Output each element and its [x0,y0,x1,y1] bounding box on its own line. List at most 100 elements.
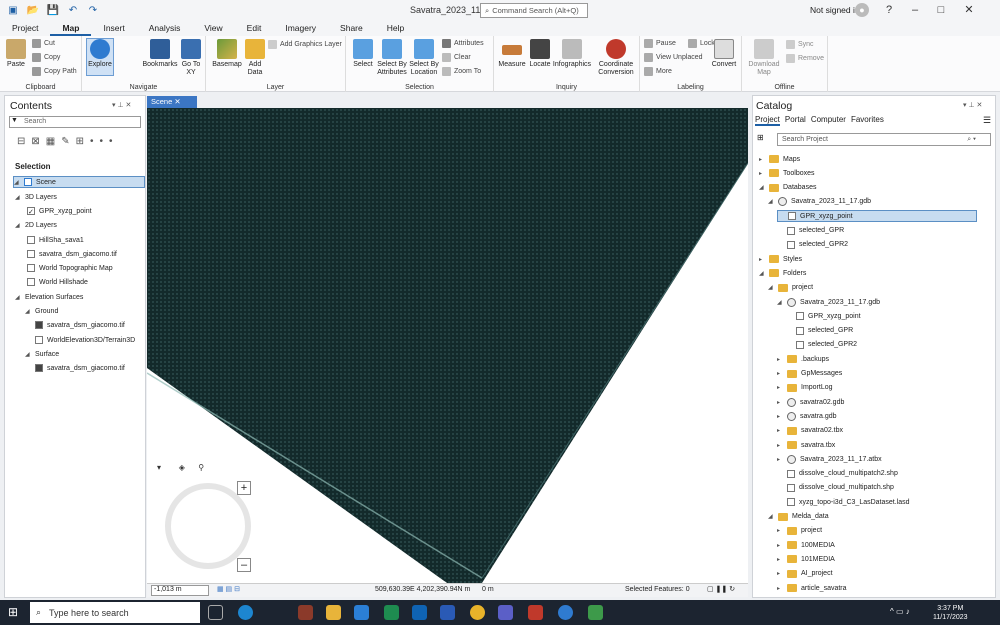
tab-view[interactable]: View [192,21,234,36]
arcgis-icon[interactable] [558,605,573,620]
remove-button[interactable]: Remove [786,54,824,63]
download-map-button[interactable]: Download Map [746,39,782,77]
convert-button[interactable]: Convert [710,39,738,69]
catalog-melda[interactable]: ◢ Melda_data [768,511,829,523]
view-toggle-icon[interactable]: ▾ ◈ ⚲ [157,463,204,472]
surface-dsm[interactable]: savatra_dsm_giacomo.tif [35,362,125,374]
avatar[interactable]: ● [855,3,869,17]
scale-box[interactable]: -1,013 m [151,585,209,596]
group-elevation[interactable]: ◢ Elevation Surfaces [15,291,83,303]
catalog-article[interactable]: ▸ article_savatra [777,582,847,594]
goto-xy-button[interactable]: Go To XY [180,39,202,77]
pin-icon[interactable]: ▾ ⊥ ✕ [112,101,131,109]
tab-map[interactable]: Map [50,21,92,36]
tab-analysis[interactable]: Analysis [137,21,193,36]
catalog-savatra-gdb[interactable]: ◢ Savatra_2023_11_17.gdb [768,196,871,208]
acrobat-icon[interactable] [528,605,543,620]
copy-button[interactable]: Copy [32,53,60,62]
layer-scene[interactable]: ◢ Scene [13,176,145,188]
catalog-ai-project[interactable]: ▸ AI_project [777,568,833,580]
app-icon-1[interactable] [298,605,313,620]
view-tools-icon[interactable]: ▦ ▤ ⊟ [217,585,240,593]
tray-icons[interactable]: ^ ▭ ♪ [890,607,910,616]
expand-icon[interactable]: ▸ [777,456,783,463]
close-button[interactable]: ✕ [956,2,982,19]
expand-icon[interactable]: ▸ [777,370,783,377]
open-icon[interactable]: 📂 [26,5,40,17]
expand-icon[interactable]: ▸ [777,527,783,534]
layer-dsm[interactable]: savatra_dsm_giacomo.tif [27,248,117,260]
add-data-button[interactable]: Add Data [244,39,266,77]
redo-icon[interactable]: ↷ [86,5,100,17]
catalog-maps[interactable]: ▸ Maps [759,153,800,165]
view-unplaced-button[interactable]: View Unplaced [644,53,703,62]
bookmarks-button[interactable]: Bookmarks [140,39,180,69]
edge2-icon[interactable] [354,605,369,620]
measure-button[interactable]: Measure [496,39,528,69]
help-icon[interactable]: ? [876,2,902,19]
outlook-icon[interactable] [412,605,427,620]
catalog-melda-project[interactable]: ▸ project [777,525,822,537]
expand-icon[interactable]: ▸ [777,384,783,391]
cut-button[interactable]: Cut [32,39,55,48]
catalog-toolboxes[interactable]: ▸ Toolboxes [759,167,815,179]
tab-project[interactable]: Project [0,21,50,36]
expand-icon[interactable]: ◢ [759,270,765,277]
group-3d-layers[interactable]: ◢ 3D Layers [15,191,57,203]
ground-dsm[interactable]: savatra_dsm_giacomo.tif [35,319,125,331]
layer-gpr-xyzg-point[interactable]: ✓ GPR_xyzg_point [27,205,92,217]
word-icon[interactable] [440,605,455,620]
expand-icon[interactable]: ▸ [777,542,783,549]
catalog-project-selected-gpr2[interactable]: selected_GPR2 [786,339,857,351]
ground-terrain3d[interactable]: WorldElevation3D/Terrain3D [35,334,135,346]
catalog-styles[interactable]: ▸ Styles [759,253,802,265]
catalog-savatra-gdb2[interactable]: ▸ savatra.gdb [777,410,837,422]
catalog-savatra-tbx[interactable]: ▸ savatra.tbx [777,439,835,451]
select-by-attributes-button[interactable]: Select By Attributes [376,39,408,77]
expand-icon[interactable]: ▸ [777,556,783,563]
tab-help[interactable]: Help [375,21,416,36]
expand-icon[interactable]: ▸ [759,156,765,163]
scene-view[interactable]: ▾ ◈ ⚲ + – [147,108,748,583]
catalog-shp[interactable]: dissolve_cloud_multipatch.shp [777,482,894,494]
coordinate-conversion-button[interactable]: Coordinate Conversion [594,39,638,77]
group-2d-layers[interactable]: ◢ 2D Layers [15,219,57,231]
navigator-control[interactable] [165,483,251,569]
catalog-selected-gpr2[interactable]: selected_GPR2 [777,239,848,251]
layer-world-hillshade[interactable]: World Hillshade [27,276,88,288]
more-button[interactable]: More [644,67,672,76]
catalog-project-gdb[interactable]: ◢ Savatra_2023_11_17.gdb [777,296,880,308]
add-icon[interactable]: ⊞ [757,133,764,142]
save-icon[interactable]: 💾 [46,5,60,17]
paste-button[interactable]: Paste [4,39,28,69]
catalog-project-selected-gpr[interactable]: selected_GPR [786,325,853,337]
catalog-databases[interactable]: ◢ Databases [759,182,816,194]
catalog-gpmessages[interactable]: ▸ GpMessages [777,368,842,380]
locate-button[interactable]: Locate [528,39,552,69]
taskbar-search[interactable]: ⌕ Type here to search [30,602,200,623]
pause-draw-icon[interactable]: ▢ ❚❚ ↻ [707,585,735,593]
add-graphics-layer-button[interactable]: Add Graphics Layer [268,40,342,49]
chrome-icon[interactable] [470,605,485,620]
surface-ground[interactable]: ◢ Ground [25,305,58,317]
catalog-tab-project[interactable]: Project [755,115,780,126]
catalog-tab-portal[interactable]: Portal [785,115,806,126]
catalog-atbx[interactable]: ▸ Savatra_2023_11_17.atbx [777,453,882,465]
catalog-101media[interactable]: ▸ 101MEDIA [777,553,835,565]
select-button[interactable]: Select [350,39,376,69]
minimize-button[interactable]: – [902,2,928,19]
catalog-selected-gpr[interactable]: selected_GPR [777,225,844,237]
maximize-button[interactable]: □ [928,2,954,19]
excel-icon[interactable] [384,605,399,620]
expand-icon[interactable]: ▸ [777,570,783,577]
catalog-savatra02-tbx[interactable]: ▸ savatra02.tbx [777,425,843,437]
catalog-100media[interactable]: ▸ 100MEDIA [777,539,835,551]
menu-icon[interactable]: ☰ [983,115,991,126]
contents-search[interactable]: Search [9,116,141,128]
catalog-project-gpr-point[interactable]: GPR_xyzg_point [786,310,861,322]
expand-icon[interactable]: ▸ [777,356,783,363]
catalog-backups[interactable]: ▸ .backups [777,353,829,365]
catalog-pin-icon[interactable]: ▾ ⊥ ✕ [963,101,982,109]
expand-icon[interactable]: ▸ [777,442,783,449]
catalog-folders[interactable]: ◢ Folders [759,267,806,279]
